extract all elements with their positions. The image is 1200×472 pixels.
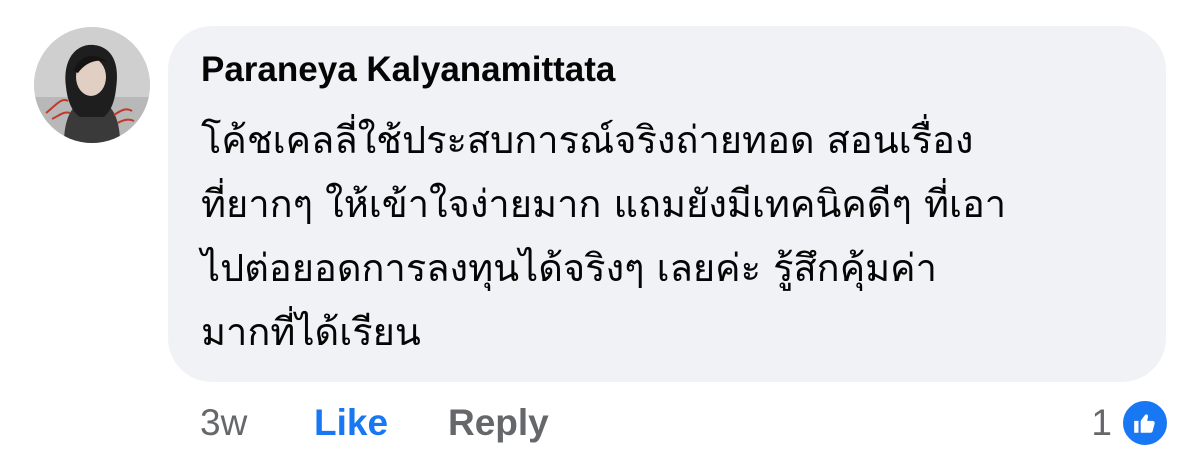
comment-bubble: Paraneya Kalyanamittata โค้ชเคลลี่ใช้ประ… [168,26,1166,382]
comment-text-line: ที่ยากๆ ให้เข้าใจง่ายมาก แถมยังมีเทคนิคด… [201,182,1007,226]
avatar[interactable] [34,27,150,143]
comment-text-line: ไปต่อยอดการลงทุนได้จริงๆ เลยค่ะ รู้สึกคุ… [201,246,937,290]
thumbs-up-icon [1120,398,1170,448]
comment-timestamp[interactable]: 3w [200,402,314,444]
comment-text: โค้ชเคลลี่ใช้ประสบการณ์จริงถ่ายทอด สอนเร… [201,108,1141,364]
comment-text-line: โค้ชเคลลี่ใช้ประสบการณ์จริงถ่ายทอด สอนเร… [201,118,974,162]
avatar-photo [34,27,150,143]
comment-actions: 3w Like Reply [200,398,549,448]
reaction-summary[interactable]: 1 [1091,398,1170,448]
comment: Paraneya Kalyanamittata โค้ชเคลลี่ใช้ประ… [0,0,1200,472]
like-button[interactable]: Like [314,402,448,444]
reply-button[interactable]: Reply [448,402,549,444]
comment-author[interactable]: Paraneya Kalyanamittata [201,50,1136,90]
reaction-count: 1 [1091,402,1112,443]
comment-text-line: มากที่ได้เรียน [201,310,421,354]
